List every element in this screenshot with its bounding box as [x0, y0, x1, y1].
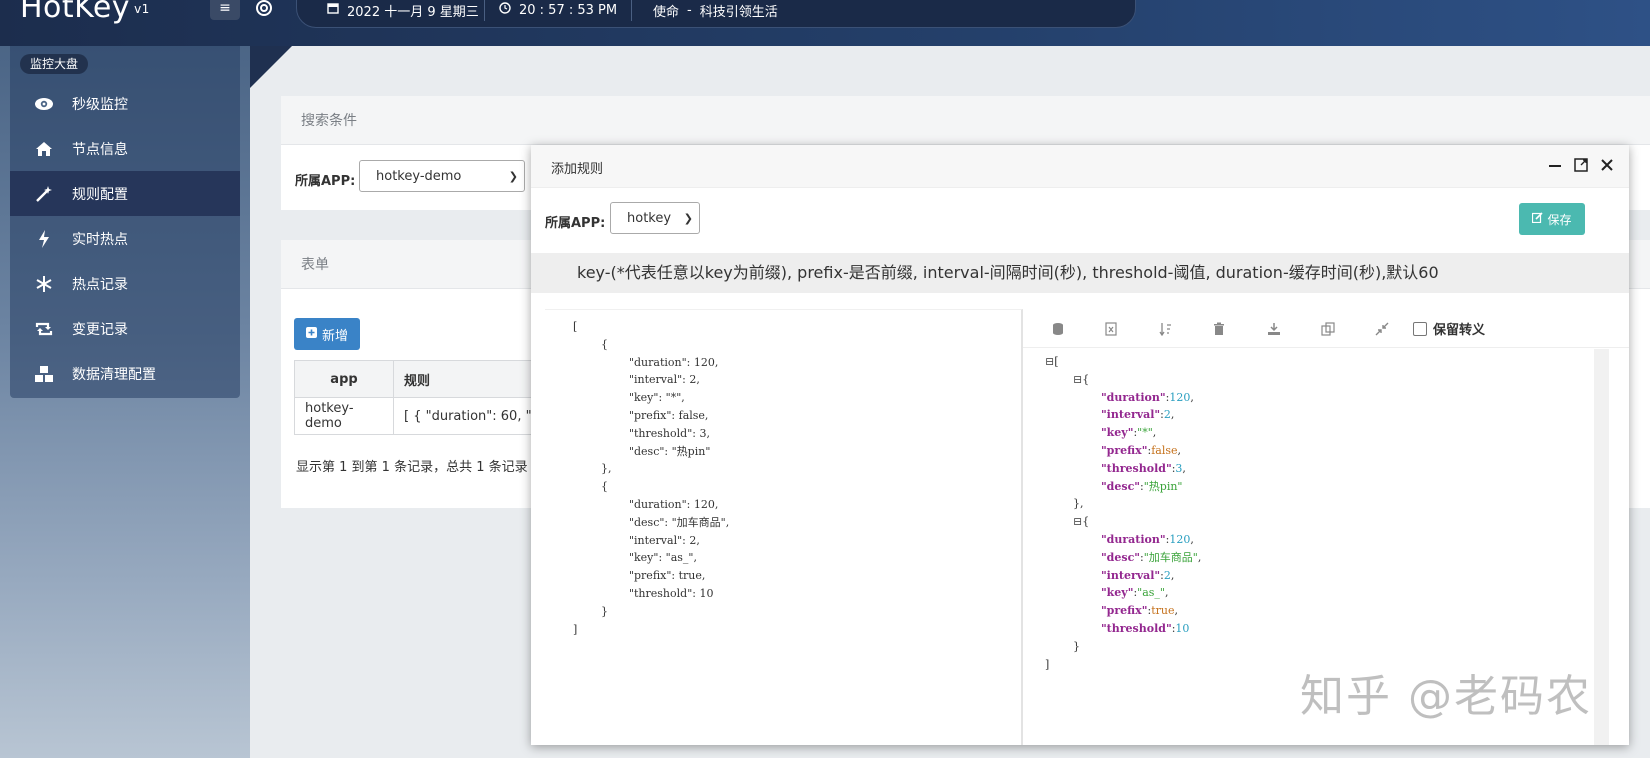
app-label: 所属APP:	[295, 174, 356, 189]
sidebar: 监控大盘 秒级监控 节点信息 规则配置 实时热点 热点记录 变更记录 数据清理配…	[10, 46, 240, 398]
cell-app: hotkey-demo	[294, 397, 394, 435]
copy-icon[interactable]	[1321, 321, 1337, 337]
rule-hint: key-(*代表任意以key为前缀), prefix-是否前缀, interva…	[531, 253, 1629, 293]
dialog-app-label: 所属APP:	[545, 216, 606, 231]
app-select[interactable]: hotkey-demo ❯	[359, 160, 525, 192]
add-rule-button[interactable]: 新增	[294, 318, 360, 350]
sidebar-item-hot-records[interactable]: 热点记录	[10, 261, 240, 306]
search-panel-title: 搜索条件	[301, 113, 357, 129]
table-header-row: app 规则	[294, 360, 560, 398]
info-bar: 2022 十一月 9 星期三 20 : 57 : 53 PM 使命 - 科技引领…	[296, 0, 1136, 28]
menu-toggle-button[interactable]: ≡	[210, 0, 240, 20]
date-display: 2022 十一月 9 星期三	[327, 1, 479, 20]
column-header-app[interactable]: app	[294, 360, 394, 398]
json-text-editor[interactable]: [ { "duration": 120, "interval": 2, "key…	[545, 309, 1023, 745]
pagination-info: 显示第 1 到第 1 条记录，总共 1 条记录 每	[296, 460, 545, 475]
edit-icon	[1532, 212, 1544, 226]
form-panel-title: 表单	[301, 257, 329, 273]
keep-escape-option[interactable]: 保留转义	[1413, 319, 1485, 338]
sidebar-section-badge: 监控大盘	[20, 54, 89, 74]
version-label: v1	[134, 1, 150, 16]
sort-icon[interactable]	[1159, 321, 1175, 337]
divider	[484, 0, 485, 21]
home-icon	[32, 137, 56, 161]
divider	[631, 0, 632, 21]
sidebar-item-data-cleanup[interactable]: 数据清理配置	[10, 351, 240, 396]
top-bar: HotKey v1 ≡ 2022 十一月 9 星期三 20 : 57 : 53 P…	[0, 0, 1650, 46]
json-tree-content: ⊟[ ⊟{ "duration":120, "interval":2, "key…	[1045, 355, 1202, 671]
table-row[interactable]: hotkey-demo [ { "duration": 60, "int	[294, 397, 560, 435]
cubes-icon	[32, 362, 56, 386]
sidebar-item-realtime-hot[interactable]: 实时热点	[10, 216, 240, 261]
sidebar-item-change-records[interactable]: 变更记录	[10, 306, 240, 351]
maximize-icon[interactable]	[1573, 157, 1591, 175]
viewer-toolbar: 保留转义	[1023, 309, 1629, 348]
close-icon[interactable]	[1599, 157, 1617, 175]
minimize-icon[interactable]	[1547, 157, 1565, 175]
json-source-text[interactable]: [ { "duration": 120, "interval": 2, "key…	[573, 318, 729, 638]
corner-decoration	[250, 46, 292, 88]
keep-escape-checkbox[interactable]	[1413, 321, 1427, 336]
sidebar-item-rule-config[interactable]: 规则配置	[10, 171, 240, 216]
clock-icon	[499, 2, 511, 18]
trash-icon[interactable]	[1213, 321, 1229, 337]
search-panel-header: 搜索条件	[281, 96, 1650, 145]
chevron-down-icon: ❯	[508, 170, 518, 183]
time-display: 20 : 57 : 53 PM	[499, 1, 617, 19]
dialog-title: 添加规则	[551, 162, 604, 177]
magic-wand-icon	[32, 182, 56, 206]
retweet-icon	[32, 317, 56, 341]
calendar-icon	[327, 2, 339, 18]
chevron-down-icon: ❯	[683, 212, 693, 225]
lifebuoy-icon[interactable]	[254, 0, 276, 20]
hamburger-icon: ≡	[219, 0, 231, 16]
database-icon[interactable]	[1051, 321, 1067, 337]
sidebar-item-second-monitor[interactable]: 秒级监控	[10, 81, 240, 126]
watermark: 知乎 @老码农	[1300, 671, 1592, 722]
add-rule-dialog: 添加规则 所属APP: hotkey ❯ 保存 key-(*代表任意以key为前…	[531, 145, 1629, 745]
motto-display: 使命 - 科技引领生活	[653, 2, 778, 20]
compress-icon[interactable]	[1375, 321, 1391, 337]
plus-square-icon	[305, 326, 317, 342]
file-excel-icon[interactable]	[1105, 321, 1121, 337]
app-logo[interactable]: HotKey v1	[20, 0, 150, 25]
dialog-header: 添加规则	[531, 145, 1629, 188]
bolt-icon	[32, 227, 56, 251]
snowflake-icon	[32, 272, 56, 296]
sidebar-item-node-info[interactable]: 节点信息	[10, 126, 240, 171]
eye-icon	[32, 92, 56, 116]
viewer-scrollbar[interactable]	[1594, 349, 1609, 745]
rules-table: app 规则 hotkey-demo [ { "duration": 60, "…	[294, 360, 560, 435]
dialog-app-select[interactable]: hotkey ❯	[610, 202, 700, 234]
save-button[interactable]: 保存	[1519, 203, 1585, 235]
download-icon[interactable]	[1267, 321, 1283, 337]
